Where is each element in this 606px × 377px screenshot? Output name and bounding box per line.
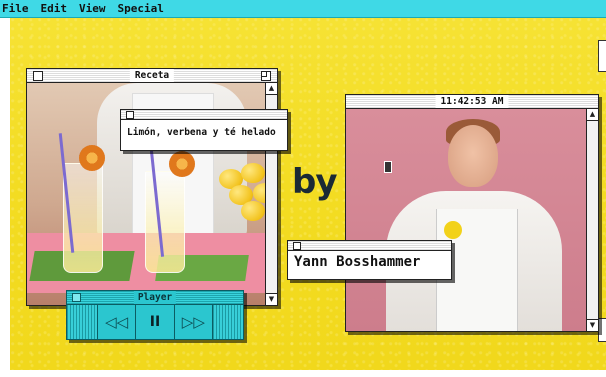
menu-file[interactable]: File: [2, 2, 29, 15]
player-ridge: [211, 305, 243, 339]
scroll-down-arrow-icon[interactable]: ▼: [587, 319, 598, 331]
recipe-name: Limón, verbena y té helado: [127, 127, 276, 138]
scroll-up-arrow-icon[interactable]: ▲: [266, 83, 277, 95]
forward-button[interactable]: ▷▷: [173, 305, 212, 339]
clock-title: 11:42:53 AM: [435, 95, 509, 108]
apron-badge: [444, 221, 462, 239]
close-box-icon[interactable]: [126, 111, 134, 119]
recipe-label-titlebar[interactable]: [121, 110, 287, 120]
video-window[interactable]: 11:42:53 AM ▲ ▼: [345, 94, 599, 332]
menu-edit[interactable]: Edit: [41, 2, 68, 15]
orange-slice: [169, 151, 195, 177]
recipe-window-title: Receta: [129, 69, 175, 82]
player-controls: ◁◁ II ▷▷: [67, 305, 243, 339]
presenter-name: Yann Bosshammer: [294, 254, 421, 270]
video-feed: [346, 109, 586, 331]
scroll-down-arrow-icon[interactable]: ▼: [266, 293, 277, 305]
lemon-bowl: [215, 163, 265, 223]
presenter-head: [448, 125, 498, 187]
close-box-icon[interactable]: [33, 71, 43, 81]
close-box-icon[interactable]: [72, 293, 81, 302]
orange-slice: [79, 145, 105, 171]
desktop-icon[interactable]: [598, 40, 606, 72]
bottom-border: [0, 370, 606, 377]
menu-special[interactable]: Special: [118, 2, 164, 15]
recipe-label-window[interactable]: Limón, verbena y té helado: [120, 109, 288, 151]
recipe-window-titlebar[interactable]: Receta: [27, 69, 277, 83]
desktop-icon[interactable]: [598, 318, 606, 342]
video-scrollbar[interactable]: ▲ ▼: [586, 109, 598, 331]
zoom-box-icon[interactable]: [261, 71, 271, 81]
video-window-titlebar[interactable]: 11:42:53 AM: [346, 95, 598, 109]
left-border: [0, 18, 10, 370]
name-label-titlebar[interactable]: [288, 241, 451, 251]
player-title: Player: [133, 291, 177, 304]
by-text: by: [292, 162, 338, 202]
menu-view[interactable]: View: [79, 2, 106, 15]
recipe-window[interactable]: Receta ▲ ▼: [26, 68, 278, 306]
lemonade-glass: [145, 171, 185, 273]
screen: File Edit View Special Receta ▲ ▼ Limón,…: [0, 0, 606, 377]
close-box-icon[interactable]: [293, 242, 301, 250]
pause-button[interactable]: II: [135, 305, 174, 339]
menu-bar: File Edit View Special: [0, 0, 606, 18]
player-window[interactable]: Player ◁◁ II ▷▷: [66, 290, 244, 340]
rewind-button[interactable]: ◁◁: [97, 305, 136, 339]
player-ridge: [67, 305, 97, 339]
scroll-up-arrow-icon[interactable]: ▲: [587, 109, 598, 121]
wall-pin: [384, 161, 392, 173]
player-titlebar[interactable]: Player: [67, 291, 243, 305]
name-label-window[interactable]: Yann Bosshammer: [287, 240, 452, 280]
